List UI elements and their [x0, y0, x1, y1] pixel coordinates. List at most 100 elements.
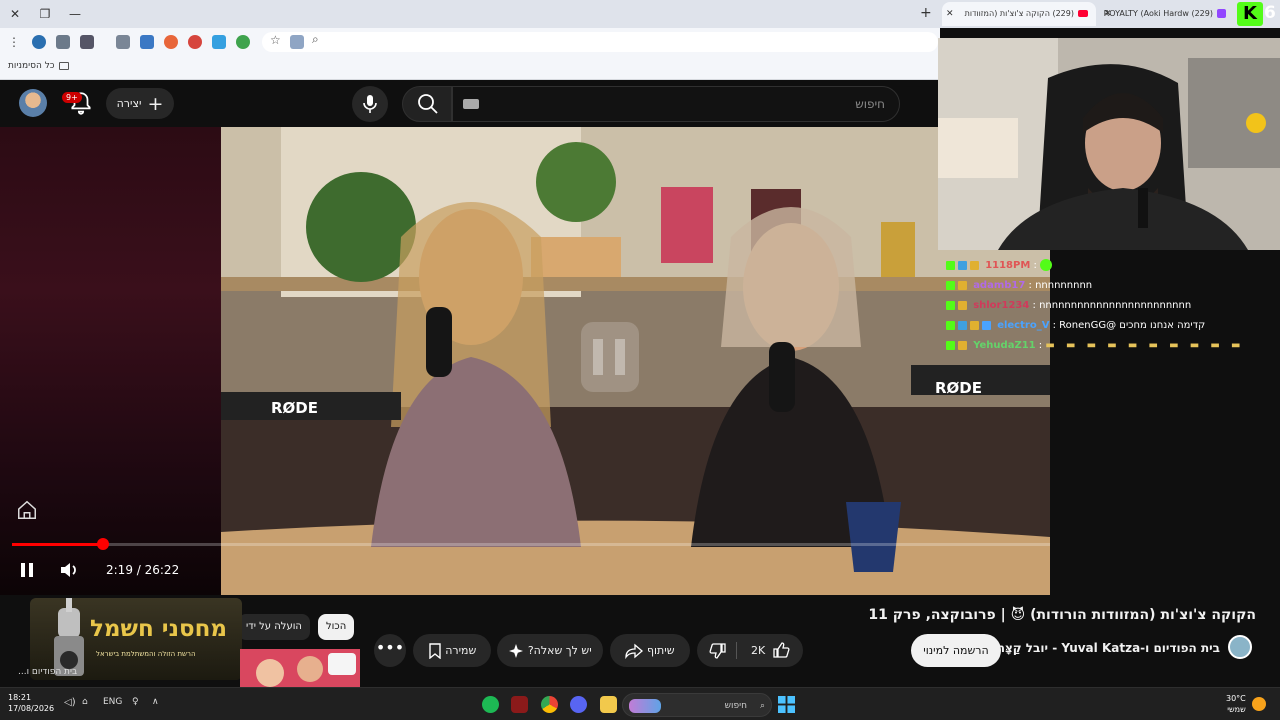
tab-youtube[interactable]: (229) הקוקה צ'וצ'ות (המזוודות ✕: [942, 2, 1096, 26]
save-button[interactable]: שמירה: [413, 634, 491, 667]
recommended-video-thumbnail[interactable]: [240, 649, 360, 687]
ask-label: יש לך שאלה?: [527, 644, 592, 657]
taskbar-search[interactable]: חיפוש ⌕: [622, 693, 772, 717]
discord-icon[interactable]: [570, 696, 587, 713]
emote-row: ▬ ▬ ▬ ▬ ▬ ▬ ▬ ▬ ▬ ▬: [1045, 340, 1245, 351]
user-avatar[interactable]: [19, 89, 47, 117]
profile-icon[interactable]: [32, 35, 46, 49]
weather-condition: שמשי: [1227, 705, 1246, 714]
volume-tray-icon[interactable]: ◁): [64, 697, 76, 708]
extension-icon[interactable]: [164, 35, 178, 49]
weather-widget[interactable]: 30°C שמשי: [1226, 693, 1246, 715]
progress-bar[interactable]: [12, 538, 1050, 550]
chat-username: shlor1234: [973, 300, 1030, 311]
like-count: 2K: [751, 644, 766, 657]
restore-window-icon[interactable]: ❐: [34, 5, 56, 23]
more-actions-button[interactable]: •••: [374, 634, 406, 667]
chat-username: adamb17: [973, 280, 1026, 291]
sun-icon: [1252, 697, 1266, 711]
zoom-icon[interactable]: ⌕: [312, 32, 319, 47]
search-input[interactable]: חיפוש: [452, 86, 900, 122]
pause-icon[interactable]: [16, 559, 38, 581]
like-dislike-group: 2K: [697, 634, 803, 667]
create-button[interactable]: יצירה +: [106, 88, 174, 119]
close-window-icon[interactable]: ✕: [4, 5, 26, 23]
clock-date: 17/08/2026: [8, 704, 55, 713]
language-indicator[interactable]: ENG: [103, 697, 122, 707]
streamer-webcam: [938, 38, 1280, 250]
kick-badge-icon: [946, 340, 955, 350]
video-player[interactable]: RØDE RØDE 2:19 / 26:22: [0, 127, 1050, 595]
search-button[interactable]: [402, 86, 452, 122]
home-icon[interactable]: [16, 499, 38, 521]
show-hidden-icons[interactable]: ∧: [152, 697, 159, 707]
bookmark-icon: [428, 643, 441, 660]
extension-icon[interactable]: [236, 35, 250, 49]
sponsor-subtitle: הרשת הזולה והמשתלמת בישראל: [96, 650, 196, 658]
gift-badge-icon: [970, 260, 979, 270]
notification-count-badge: 9+: [62, 92, 82, 103]
youtube-masthead: 9+ יצירה + חיפוש: [0, 80, 940, 127]
folder-icon: [58, 61, 69, 70]
volume-icon[interactable]: [58, 559, 82, 581]
watch-metadata: הקוקה צ'וצ'ות (המזוודות הורודות) 😈 | פרו…: [0, 595, 1280, 687]
chrome-icon[interactable]: [541, 696, 558, 713]
gift-badge-icon: [958, 280, 967, 290]
video-frame[interactable]: RØDE RØDE: [221, 127, 1050, 595]
menu-dots-icon[interactable]: ⋮: [8, 35, 20, 49]
subscribe-button[interactable]: הרשמה למינוי: [911, 634, 1001, 667]
video-title: הקוקה צ'וצ'ות (המזוודות הורודות) 😈 | פרו…: [868, 607, 1256, 623]
microphone-icon: [363, 95, 377, 113]
close-tab-icon[interactable]: ✕: [946, 2, 954, 26]
sparkle-icon: [509, 644, 524, 658]
chat-message: YehudaZ11 : ▬ ▬ ▬ ▬ ▬ ▬ ▬ ▬ ▬ ▬: [946, 336, 1280, 356]
chip-all[interactable]: הכול: [318, 614, 355, 640]
microphone-tray-icon[interactable]: ♀: [132, 697, 139, 707]
close-tab-icon[interactable]: ✕: [1104, 2, 1112, 26]
chip-uploaded-by[interactable]: הועלה על ידי: [238, 614, 310, 640]
file-explorer-icon[interactable]: [600, 696, 617, 713]
windows-start-icon[interactable]: [778, 696, 795, 713]
extension-icon[interactable]: [212, 35, 226, 49]
keyboard-icon[interactable]: [463, 99, 479, 109]
share-button[interactable]: שיתוף: [610, 634, 690, 667]
download-icon[interactable]: [80, 35, 94, 49]
windows-taskbar: 18:21 17/08/2026 ◁) ⌂ ENG ♀ ∧ חיפוש ⌕ 30…: [0, 687, 1280, 720]
new-tab-button[interactable]: +: [920, 5, 932, 21]
temperature: 30°C: [1226, 694, 1246, 703]
emote-icon: [1040, 259, 1053, 271]
subscriber-badge-icon: [958, 320, 967, 330]
twitch-icon: [1217, 9, 1226, 18]
tab-title: (229) ROYALTY (Aoki Hardw: [1103, 9, 1213, 18]
chat-username: 1118PM: [985, 260, 1031, 271]
address-bar[interactable]: ☆ ⌕: [262, 32, 938, 52]
app-icon[interactable]: [511, 696, 528, 713]
search-placeholder: חיפוש: [855, 97, 885, 111]
kick-badge-icon: [946, 280, 955, 290]
reading-list-icon[interactable]: [56, 35, 70, 49]
screen: ✕ ❐ — + (229) הקוקה צ'וצ'ות (המזוודות ✕ …: [0, 0, 1280, 720]
minimize-window-icon[interactable]: —: [64, 5, 86, 23]
tab-twitch[interactable]: (229) ROYALTY (Aoki Hardw ✕: [1100, 2, 1234, 26]
ask-button[interactable]: יש לך שאלה?: [497, 634, 603, 667]
channel-name[interactable]: בית הפודיום ו-Yuval Katza - יובל קַצָּה: [997, 641, 1220, 655]
network-tray-icon[interactable]: ⌂: [82, 697, 88, 707]
browser-tab-strip: ✕ ❐ — + (229) הקוקה צ'וצ'ות (המזוודות ✕ …: [0, 0, 1280, 28]
bookmark-star-icon[interactable]: ☆: [270, 33, 281, 47]
progress-played: [12, 543, 104, 546]
kick-badge-icon: [946, 320, 955, 330]
plus-icon: +: [147, 92, 164, 115]
extension-icon[interactable]: [188, 35, 202, 49]
svg-text:RØDE: RØDE: [271, 399, 318, 417]
all-bookmarks-button[interactable]: כל הסימניות: [8, 61, 69, 71]
clock[interactable]: 18:21 17/08/2026: [8, 692, 54, 714]
thumbs-down-icon: [709, 643, 726, 659]
kick-badge-icon: [946, 260, 955, 270]
sidebar-item-label[interactable]: בית הפודיום ו...: [18, 667, 77, 677]
screen-capture-icon[interactable]: [290, 35, 304, 49]
extensions-icon[interactable]: [116, 35, 130, 49]
channel-avatar[interactable]: [1228, 635, 1252, 659]
voice-search-button[interactable]: [352, 86, 388, 122]
extension-icon[interactable]: [140, 35, 154, 49]
spotify-icon[interactable]: [482, 696, 499, 713]
